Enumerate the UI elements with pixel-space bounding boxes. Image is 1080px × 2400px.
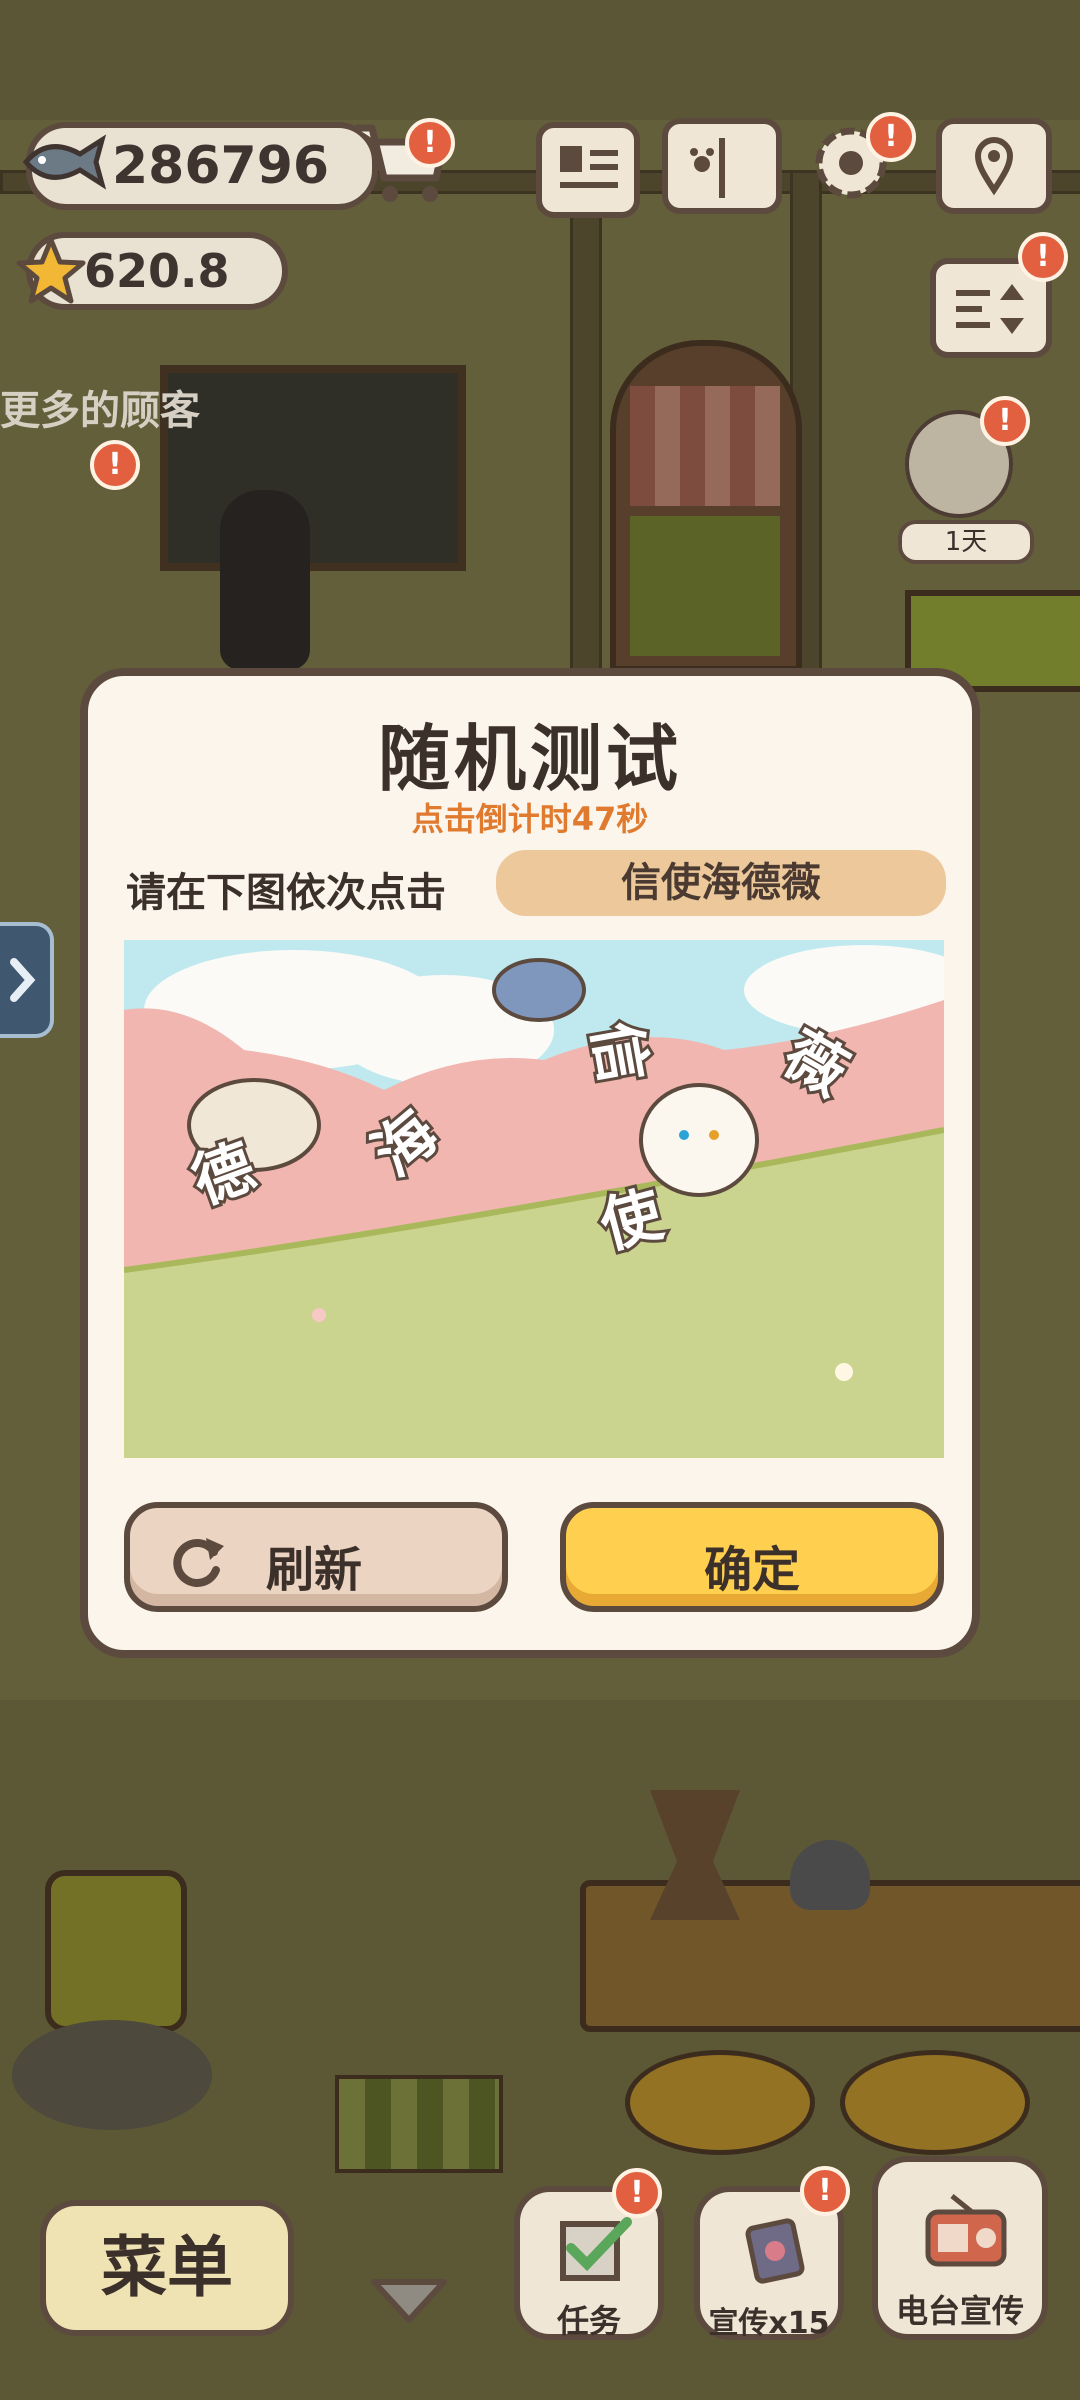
confirm-label: 确定 bbox=[703, 1542, 800, 1598]
flyer-icon bbox=[740, 2216, 810, 2294]
triangle-down-icon bbox=[371, 2279, 447, 2323]
countdown-text: 点击倒计时47秒 bbox=[411, 800, 649, 838]
book-icon bbox=[690, 138, 725, 198]
captcha-dialog: 随机测试 点击倒计时47秒 请在下图依次点击 信使海德薇 德 海 信 使 薇 刷… bbox=[80, 668, 980, 1658]
customer-alert-badge: ! bbox=[90, 440, 140, 490]
refresh-icon bbox=[168, 1532, 228, 1604]
id-card-icon bbox=[560, 146, 618, 188]
checkbox-icon bbox=[557, 2214, 633, 2292]
radio-promo-button[interactable]: 电台宣传 bbox=[872, 2156, 1048, 2340]
captcha-image[interactable]: 德 海 信 使 薇 bbox=[124, 940, 944, 1458]
target-word: 信使海德薇 bbox=[496, 850, 946, 916]
promo-label: 宣传x15 bbox=[708, 2306, 830, 2341]
collapse-button[interactable] bbox=[366, 2272, 452, 2328]
task-label: 任务 bbox=[556, 2302, 621, 2340]
cat-album-button[interactable] bbox=[662, 118, 782, 214]
sort-alert-badge: ! bbox=[1018, 232, 1068, 282]
fish-count: 286796 bbox=[112, 136, 330, 196]
star-icon bbox=[16, 236, 86, 323]
cart-alert-badge: ! bbox=[405, 118, 455, 168]
promo-alert-badge: ! bbox=[800, 2166, 850, 2216]
dialog-title: 随机测试 bbox=[377, 717, 682, 801]
instruction-text: 请在下图依次点击 bbox=[126, 870, 446, 916]
radio-icon bbox=[922, 2192, 1010, 2280]
settings-alert-badge: ! bbox=[866, 112, 916, 162]
map-pin-icon bbox=[974, 137, 1014, 196]
star-count: 620.8 bbox=[84, 244, 230, 298]
star-currency: 620.8 bbox=[16, 232, 288, 310]
menu-button[interactable]: 菜单 bbox=[40, 2200, 294, 2336]
side-panel-toggle[interactable] bbox=[0, 922, 54, 1038]
lucky-cat-alert-badge: ! bbox=[980, 396, 1030, 446]
fish-icon bbox=[18, 132, 108, 192]
menu-label: 菜单 bbox=[101, 2229, 233, 2306]
map-button[interactable] bbox=[936, 118, 1052, 214]
task-alert-badge: ! bbox=[612, 2168, 662, 2218]
more-customers-text: 更多的顾客 bbox=[0, 388, 200, 434]
confirm-button[interactable]: 确定 bbox=[560, 1502, 944, 1612]
chevron-right-icon bbox=[10, 958, 36, 1002]
refresh-button[interactable]: 刷新 bbox=[124, 1502, 508, 1612]
day-timer-label: 1天 bbox=[898, 520, 1034, 564]
profile-card-button[interactable] bbox=[536, 122, 640, 218]
fish-currency: 286796 bbox=[22, 122, 378, 210]
radio-promo-label: 电台宣传 bbox=[895, 2292, 1024, 2330]
refresh-label: 刷新 bbox=[266, 1542, 363, 1598]
